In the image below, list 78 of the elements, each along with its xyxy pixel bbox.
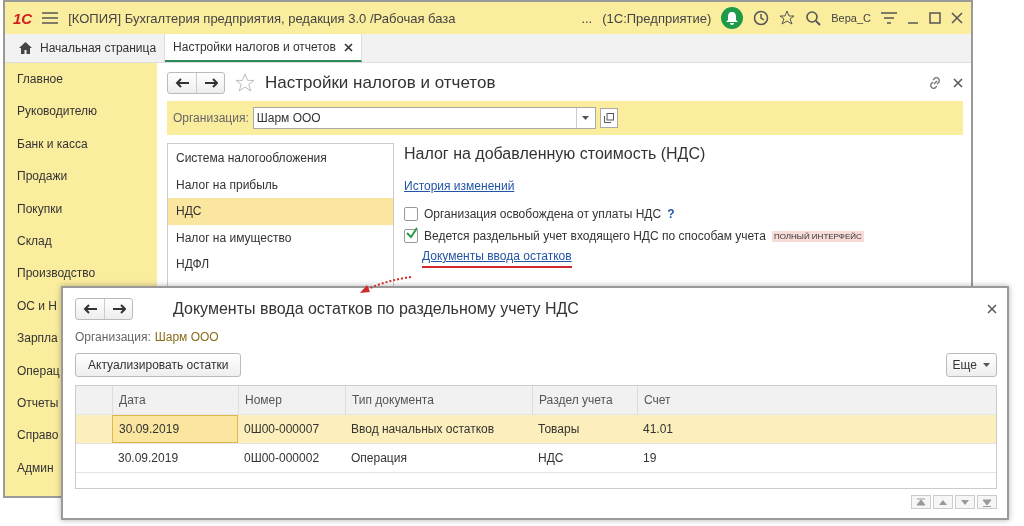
sidebar-item[interactable]: Главное [17, 69, 157, 102]
scroll-top-button[interactable] [911, 495, 931, 509]
table-cell-text: Операция [350, 450, 408, 467]
menu-icon[interactable] [42, 12, 59, 24]
table-cell-text: 0Ш00-000007 [243, 421, 321, 438]
window-title: [КОПИЯ] Бухгалтерия предприятия, редакция 3.0 /Рабочая база [68, 10, 457, 26]
help-link[interactable]: ? [667, 207, 675, 221]
sidebar-item[interactable]: Руководителю [17, 101, 157, 134]
table-cell-text: НДС [537, 450, 565, 467]
section-heading: Налог на добавленную стоимость (НДС) [404, 145, 707, 163]
history-link[interactable]: История изменений [404, 179, 515, 193]
form-title: Настройки налогов и отчетов [265, 73, 497, 93]
star-icon[interactable] [779, 10, 796, 26]
user-name[interactable]: Вера_С [831, 12, 871, 24]
table-cell-text: Товары [537, 421, 581, 438]
table-cell-text: 30.09.2019 [117, 450, 180, 467]
checkbox[interactable] [404, 229, 418, 243]
documents-link[interactable]: Документы ввода остатков [422, 249, 572, 268]
platform-label: (1С:Предприятие) [602, 10, 712, 26]
checkbox-label: Организация освобождена от уплаты НДС [424, 207, 662, 221]
table-cell-text: 41.01 [642, 421, 675, 438]
section-item[interactable]: Налог на имущество [168, 224, 393, 251]
organization-field[interactable]: Шарм ООО [252, 107, 596, 129]
scroll-bottom-icon [982, 497, 992, 507]
star-icon[interactable] [235, 73, 255, 93]
table-cell: 30.09.2019 [112, 415, 238, 443]
refresh-balances-button[interactable]: Актуализировать остатки [75, 353, 242, 377]
maximize-icon[interactable] [929, 12, 941, 24]
more-button[interactable]: Еще [945, 353, 997, 377]
field-label: Организация: [75, 330, 151, 344]
section-item[interactable]: Система налогообложения [168, 145, 393, 172]
scroll-top-icon [916, 497, 926, 507]
table-row[interactable]: 30.09.2019 0Ш00-000002 Операция НДС 19 [76, 444, 996, 473]
open-window-icon [603, 113, 614, 123]
tab[interactable]: Настройки налогов и отчетов [165, 34, 362, 62]
dropdown-caret-icon[interactable] [582, 116, 590, 120]
link-icon[interactable] [927, 75, 943, 91]
scroll-up-button[interactable] [933, 495, 953, 509]
open-button[interactable] [599, 108, 618, 128]
sidebar-item[interactable]: Продажи [17, 166, 157, 199]
ellipsis-text: ... [581, 10, 593, 26]
column-header[interactable]: Тип документа [345, 386, 532, 414]
notification-button[interactable] [721, 7, 744, 29]
close-icon[interactable] [953, 78, 963, 88]
field-label: Организация: [173, 111, 249, 125]
section-item[interactable]: НДС [168, 198, 393, 225]
app-logo: 1С [13, 9, 33, 27]
table-cell-text: Ввод начальных остатков [350, 421, 496, 438]
column-header[interactable]: Дата [112, 386, 238, 414]
close-icon[interactable] [343, 42, 353, 52]
table-row[interactable]: 30.09.2019 0Ш00-000007 Ввод начальных остатков Товары 41.01 [76, 415, 996, 444]
sidebar-item[interactable]: Склад [17, 230, 157, 264]
section-item[interactable]: Налог на прибыль [168, 171, 393, 198]
scroll-bottom-button[interactable] [977, 495, 997, 509]
scroll-down-button[interactable] [955, 495, 975, 509]
annotation-arrow [360, 276, 412, 294]
sidebar-item[interactable]: Покупки [17, 198, 157, 231]
checkbox-label: Ведется раздельный учет входящего НДС по способам учета [424, 229, 766, 243]
history-icon[interactable] [753, 10, 770, 26]
column-header[interactable]: Номер [238, 386, 345, 414]
home-icon [19, 42, 32, 54]
close-icon[interactable] [987, 304, 997, 314]
table-cell-text: 0Ш00-000002 [243, 450, 321, 467]
section-item[interactable]: НДФЛ [168, 251, 393, 278]
sidebar-item[interactable]: Банк и касса [17, 133, 157, 167]
column-header[interactable]: Счет [637, 386, 996, 414]
dialog-title: Документы ввода остатков по раздельному учету НДС [173, 300, 580, 318]
close-icon[interactable] [951, 12, 963, 24]
organization-value: Шарм ООО [154, 330, 219, 344]
settings-menu-icon[interactable] [881, 11, 897, 25]
bell-icon [726, 11, 739, 25]
column-header[interactable]: Раздел учета [532, 386, 637, 414]
checkmark-icon [405, 227, 418, 240]
table-cell-text: 19 [642, 450, 658, 467]
caret-icon [983, 363, 990, 367]
search-icon[interactable] [805, 10, 822, 26]
checkbox[interactable] [404, 207, 418, 221]
interface-badge: ПОЛНЫЙ ИНТЕРФЕЙС [771, 230, 864, 242]
